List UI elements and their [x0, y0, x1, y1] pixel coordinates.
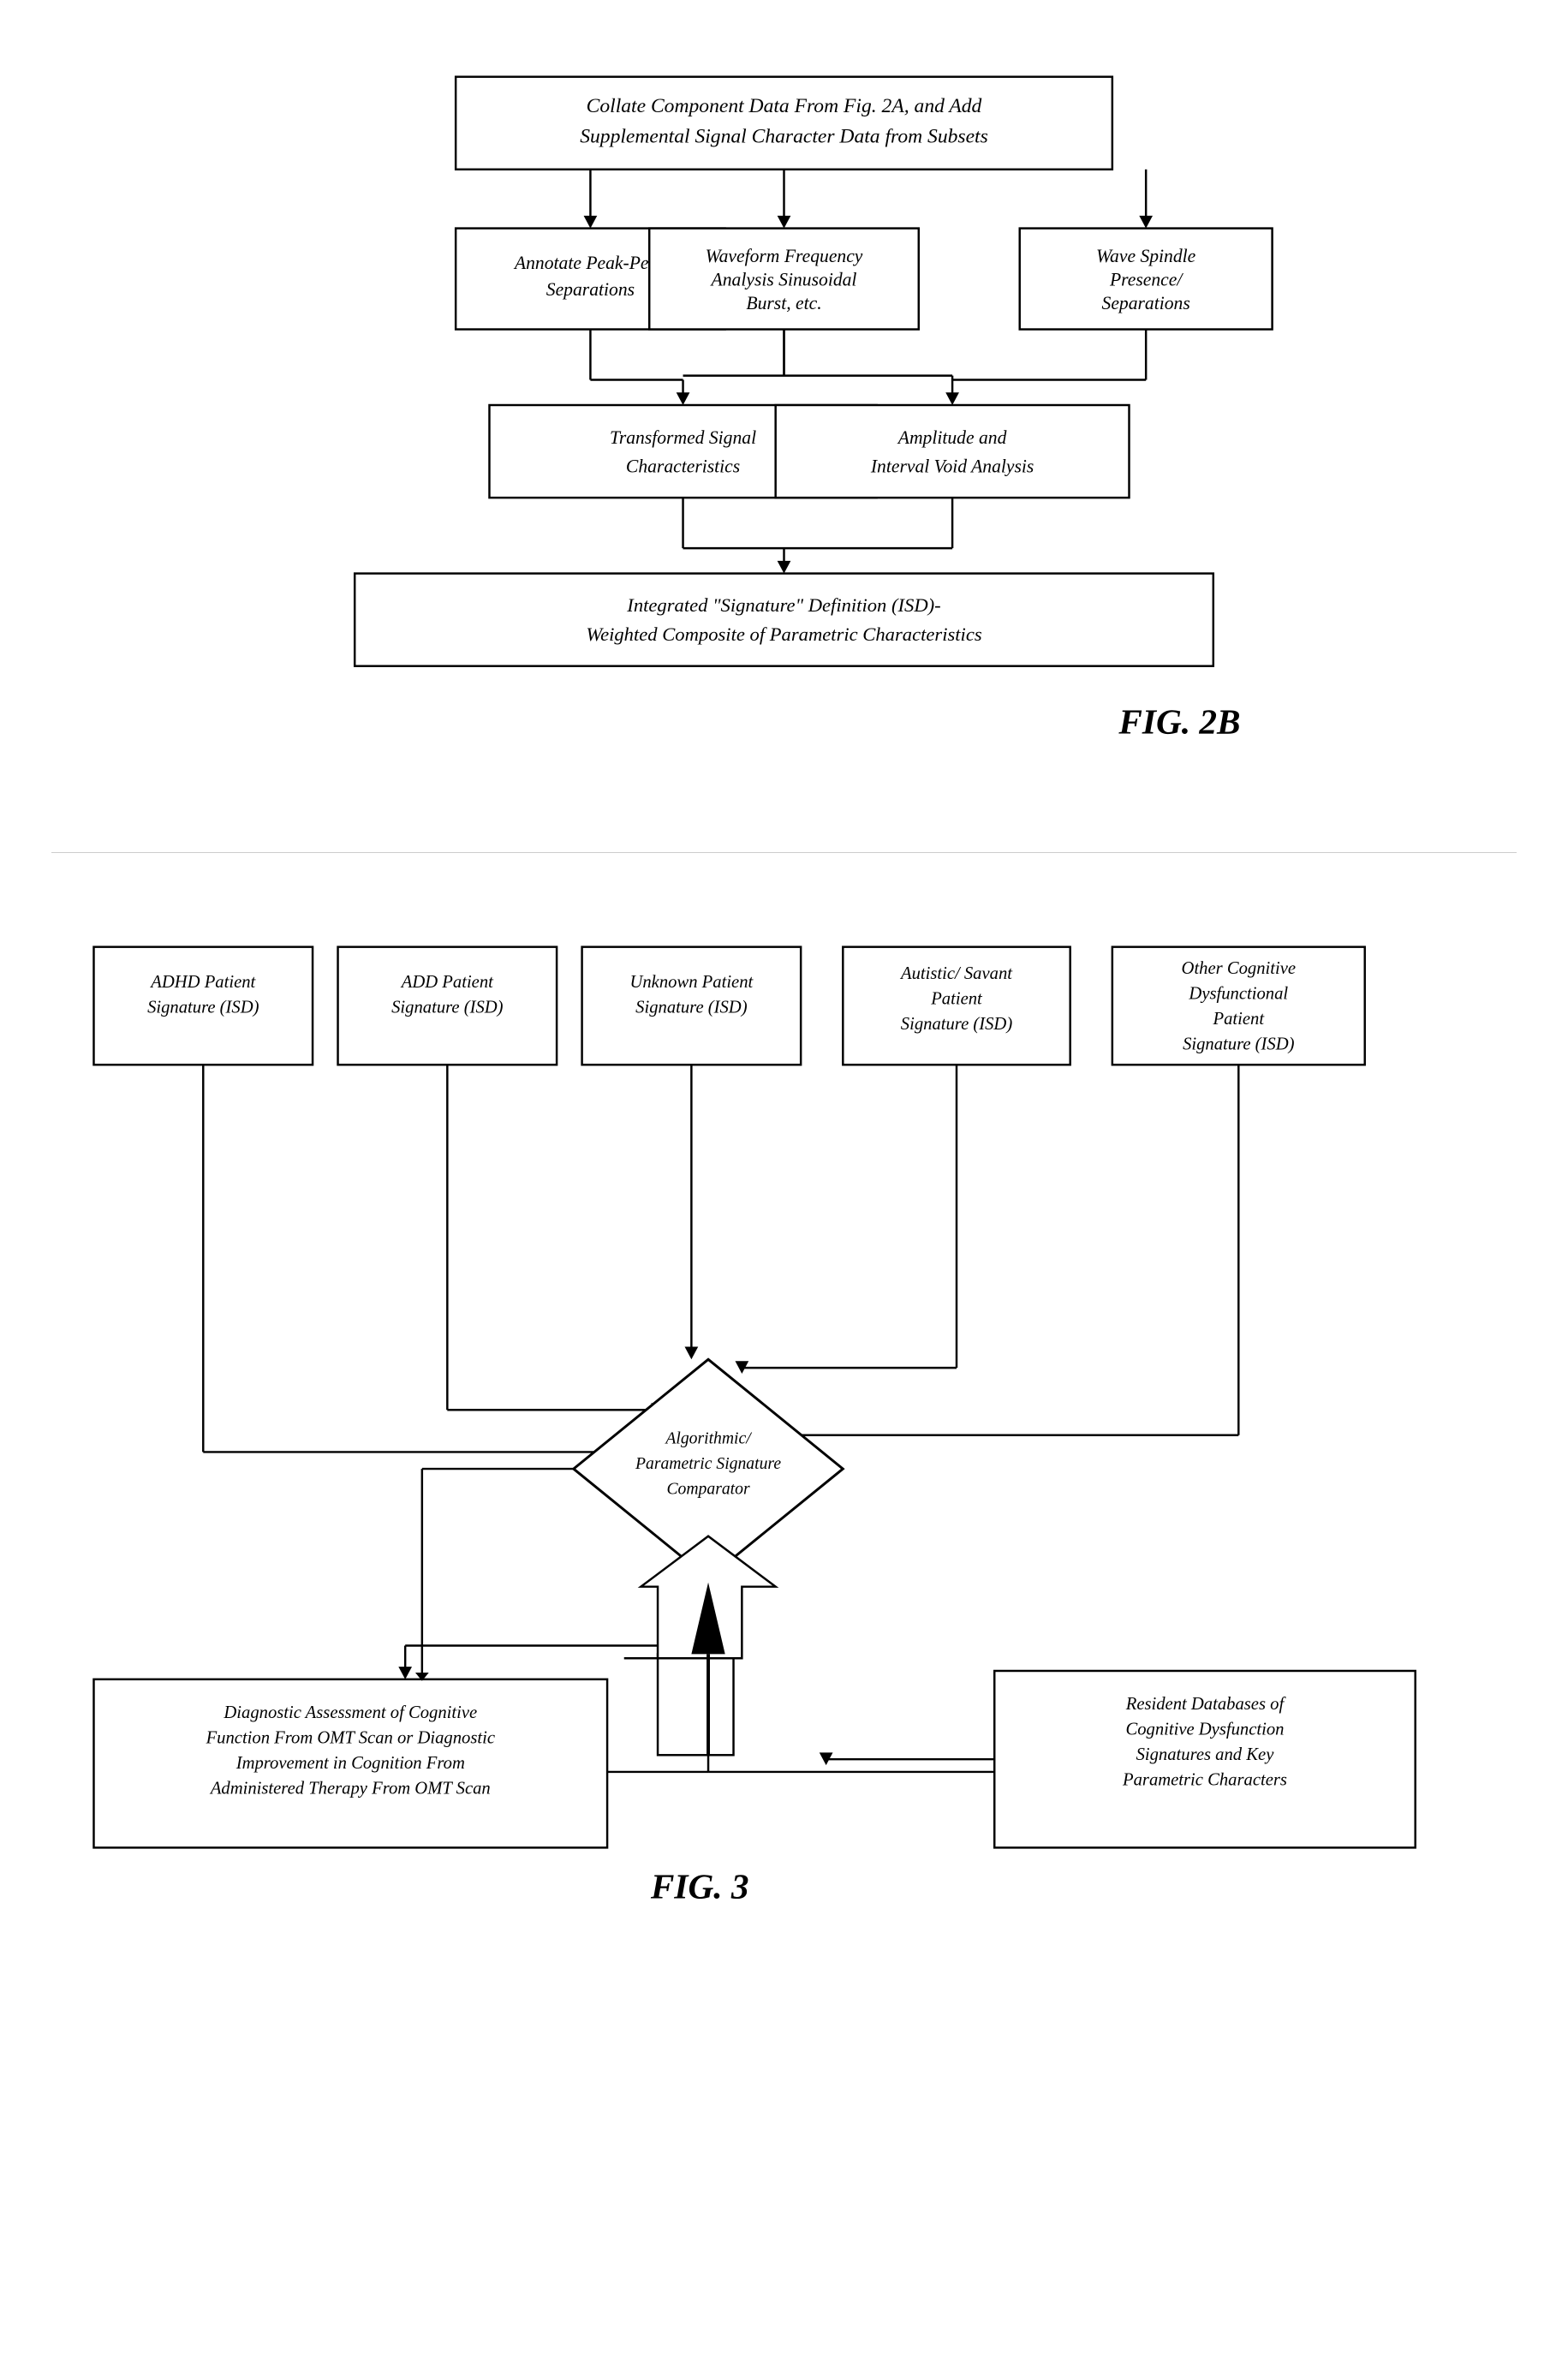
- box2-line3: Burst, etc.: [746, 293, 821, 313]
- diag-line2: Function From OMT Scan or Diagnostic: [206, 1728, 495, 1747]
- comparator-line1: Algorithmic/: [664, 1429, 752, 1447]
- box3-line1: Wave Spindle: [1096, 246, 1196, 266]
- top-box-line2: Supplemental Signal Character Data from …: [580, 125, 988, 147]
- unknown-box-line1: Unknown Patient: [629, 972, 754, 991]
- diag-line4: Administered Therapy From OMT Scan: [209, 1779, 491, 1798]
- autistic-box-line2: Patient: [930, 989, 983, 1008]
- other-box-line3: Patient: [1212, 1010, 1265, 1029]
- add-box-line2: Signature (ISD): [391, 998, 504, 1017]
- fig2b-label: FIG. 2B: [1118, 701, 1240, 741]
- other-box-line1: Other Cognitive: [1182, 959, 1296, 978]
- resident-line2: Cognitive Dysfunction: [1125, 1720, 1284, 1739]
- resident-line1: Resident Databases of: [1125, 1695, 1287, 1714]
- box1-line1: Annotate Peak-Peak: [513, 253, 666, 273]
- fig3-section: ADHD Patient Signature (ISD) ADD Patient…: [51, 904, 1517, 2100]
- box5-line1: Amplitude and: [897, 427, 1007, 448]
- add-box-line1: ADD Patient: [400, 972, 494, 991]
- other-box-line2: Dysfunctional: [1188, 984, 1288, 1003]
- box5-line2: Interval Void Analysis: [870, 456, 1034, 477]
- autistic-box-line3: Signature (ISD): [901, 1015, 1013, 1034]
- adhd-box-line1: ADHD Patient: [149, 972, 256, 991]
- section-divider: [51, 852, 1517, 853]
- box2-line2: Analysis Sinusoidal: [710, 269, 857, 289]
- adhd-box-line2: Signature (ISD): [147, 998, 259, 1017]
- comparator-line2: Parametric Signature: [635, 1454, 781, 1473]
- box4-line2: Characteristics: [626, 456, 740, 477]
- resident-line3: Signatures and Key: [1136, 1745, 1275, 1764]
- fig2b-section: Collate Component Data From Fig. 2A, and…: [51, 34, 1517, 826]
- top-box-line1: Collate Component Data From Fig. 2A, and…: [587, 95, 982, 117]
- box3-line3: Separations: [1102, 293, 1190, 313]
- fig3-label: FIG. 3: [650, 1866, 749, 1906]
- box3-line2: Presence/: [1109, 269, 1183, 289]
- resident-line4: Parametric Characters: [1122, 1770, 1287, 1789]
- comparator-line3: Comparator: [666, 1479, 749, 1498]
- diag-line1: Diagnostic Assessment of Cognitive: [223, 1703, 477, 1722]
- bottom-box-line2: Weighted Composite of Parametric Charact…: [586, 623, 982, 645]
- autistic-box-line1: Autistic/ Savant: [899, 964, 1013, 983]
- unknown-box-line2: Signature (ISD): [635, 998, 748, 1017]
- box2-line1: Waveform Frequency: [706, 246, 863, 266]
- box1-line2: Separations: [546, 279, 635, 300]
- bottom-box-line1: Integrated "Signature" Definition (ISD)-: [626, 594, 940, 616]
- other-box-line4: Signature (ISD): [1183, 1035, 1295, 1053]
- box4-line1: Transformed Signal: [610, 427, 756, 448]
- diag-line3: Improvement in Cognition From: [235, 1754, 465, 1773]
